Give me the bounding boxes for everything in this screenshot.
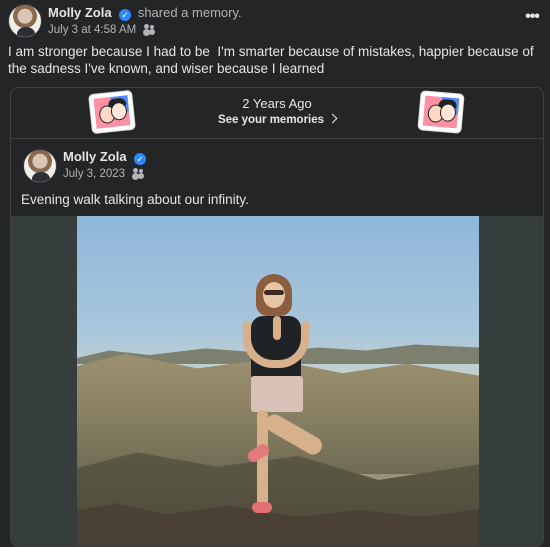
standing-shoe [252,502,272,513]
woman-in-tree-pose [239,274,326,546]
post-caption: I am stronger because I had to be I'm sm… [8,44,538,76]
chevron-right-icon [327,113,338,124]
author-avatar[interactable] [8,4,42,38]
author-line: Molly Zola ✓ shared a memory. [48,5,242,21]
prayer-hands [273,316,281,340]
post-action-text: shared a memory. [137,5,242,20]
shorts [251,376,303,412]
memory-sticker-right-icon [418,91,464,133]
memory-banner[interactable]: 2 Years Ago See your memories [11,88,543,139]
shared-author-avatar[interactable] [23,149,57,183]
face [263,282,285,308]
friends-audience-icon[interactable] [143,24,155,34]
shared-photo-area[interactable] [11,216,543,546]
verified-badge-icon: ✓ [119,9,132,21]
bent-leg [262,411,326,458]
see-memories-label[interactable]: See your memories [218,114,324,126]
shared-post-text: Evening walk talking about our infinity. [21,192,249,207]
shared-post-date[interactable]: July 3, 2023 [63,168,125,180]
see-memories-link[interactable]: See your memories [11,113,543,127]
shared-author-name[interactable]: Molly Zola [63,149,127,164]
yoga-pose-photo[interactable] [77,216,479,546]
post-meta: July 3 at 4:58 AM [48,23,155,37]
memory-card[interactable]: 2 Years Ago See your memories Molly Zola… [10,87,544,547]
shared-post-meta: July 3, 2023 [63,167,144,181]
verified-badge-icon: ✓ [134,153,147,165]
friends-audience-icon[interactable] [132,168,144,178]
shared-post-header: Molly Zola ✓ July 3, 2023 [23,149,523,183]
facebook-post: Molly Zola ✓ shared a memory. July 3 at … [0,0,550,547]
more-options-button[interactable]: ••• [522,9,542,25]
author-name[interactable]: Molly Zola [48,5,112,20]
post-timestamp[interactable]: July 3 at 4:58 AM [48,24,136,36]
post-header: Molly Zola ✓ shared a memory. July 3 at … [8,4,542,38]
sunglasses [264,290,284,295]
shared-author-line: Molly Zola ✓ [63,149,149,165]
